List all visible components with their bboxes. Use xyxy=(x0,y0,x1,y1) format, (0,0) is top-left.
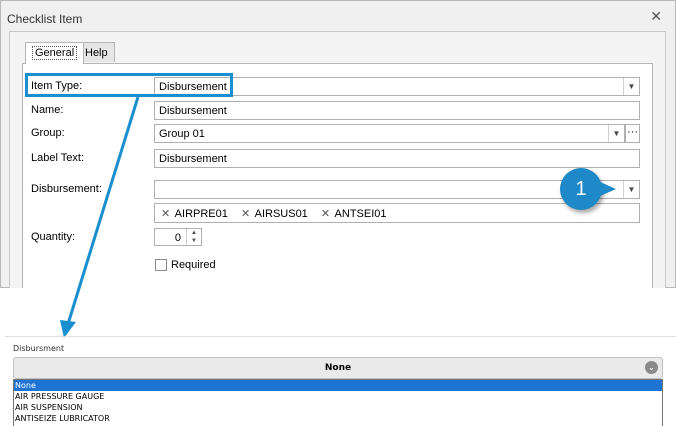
group-label: Group: xyxy=(31,127,65,139)
quantity-label: Quantity: xyxy=(31,231,76,243)
window-title: Checklist Item xyxy=(7,12,83,26)
option-item[interactable]: AIR PRESSURE GAUGE xyxy=(14,391,662,402)
quantity-stepper[interactable]: 0 ▲ ▼ xyxy=(154,228,202,246)
item-type-highlight xyxy=(25,73,233,97)
name-label: Name: xyxy=(31,104,64,116)
tag-label: AIRPRE01 xyxy=(174,208,228,220)
group-select[interactable]: Group 01 ▼ xyxy=(154,124,625,143)
name-value: Disbursement xyxy=(159,105,227,117)
tab-general-label: General xyxy=(32,46,78,60)
chevron-down-icon[interactable]: ▼ xyxy=(608,125,624,142)
required-checkbox[interactable] xyxy=(155,259,167,271)
stepper-arrows-icon[interactable]: ▲ ▼ xyxy=(186,229,201,245)
web-field-label: Disbursment xyxy=(13,344,65,353)
option-item[interactable]: ANTISEIZE LUBRICATOR xyxy=(14,413,662,424)
tag-item: ✕ AIRPRE01 xyxy=(161,208,228,220)
options-list: None AIR PRESSURE GAUGE AIR SUSPENSION A… xyxy=(13,379,663,426)
quantity-value: 0 xyxy=(174,232,181,244)
step-number: 1 xyxy=(575,177,587,200)
tab-help-label: Help xyxy=(85,47,108,59)
group-value: Group 01 xyxy=(159,128,205,140)
disbursement-label: Disbursement: xyxy=(31,183,102,195)
tab-general[interactable]: General xyxy=(25,42,85,64)
name-input[interactable]: Disbursement xyxy=(154,101,640,120)
label-text-value: Disbursement xyxy=(159,153,227,165)
tag-label: ANTSEI01 xyxy=(334,208,387,220)
disbursement-tags: ✕ AIRPRE01 ✕ AIRSUS01 ✕ ANTSEI01 xyxy=(154,203,640,223)
close-icon[interactable]: ✕ xyxy=(650,8,662,25)
disbursment-select[interactable]: None ⌄ xyxy=(13,357,663,379)
remove-tag-icon[interactable]: ✕ xyxy=(161,208,170,220)
tag-item: ✕ AIRSUS01 xyxy=(241,208,308,220)
remove-tag-icon[interactable]: ✕ xyxy=(241,208,250,220)
tag-item: ✕ ANTSEI01 xyxy=(321,208,387,220)
step-badge: 1 xyxy=(560,168,616,210)
group-browse-button[interactable]: ··· xyxy=(625,124,640,143)
tag-label: AIRSUS01 xyxy=(254,208,308,220)
selected-value: None xyxy=(324,363,352,373)
chevron-down-icon[interactable]: ▼ xyxy=(623,181,639,198)
label-text-input[interactable]: Disbursement xyxy=(154,149,640,168)
chevron-down-icon[interactable]: ▼ xyxy=(623,78,639,95)
option-item[interactable]: AIR SUSPENSION xyxy=(14,402,662,413)
required-label: Required xyxy=(171,259,216,271)
option-item[interactable]: None xyxy=(14,380,662,391)
label-text-label: Label Text: xyxy=(31,152,85,164)
chevron-down-icon[interactable]: ⌄ xyxy=(645,361,658,374)
remove-tag-icon[interactable]: ✕ xyxy=(321,208,330,220)
